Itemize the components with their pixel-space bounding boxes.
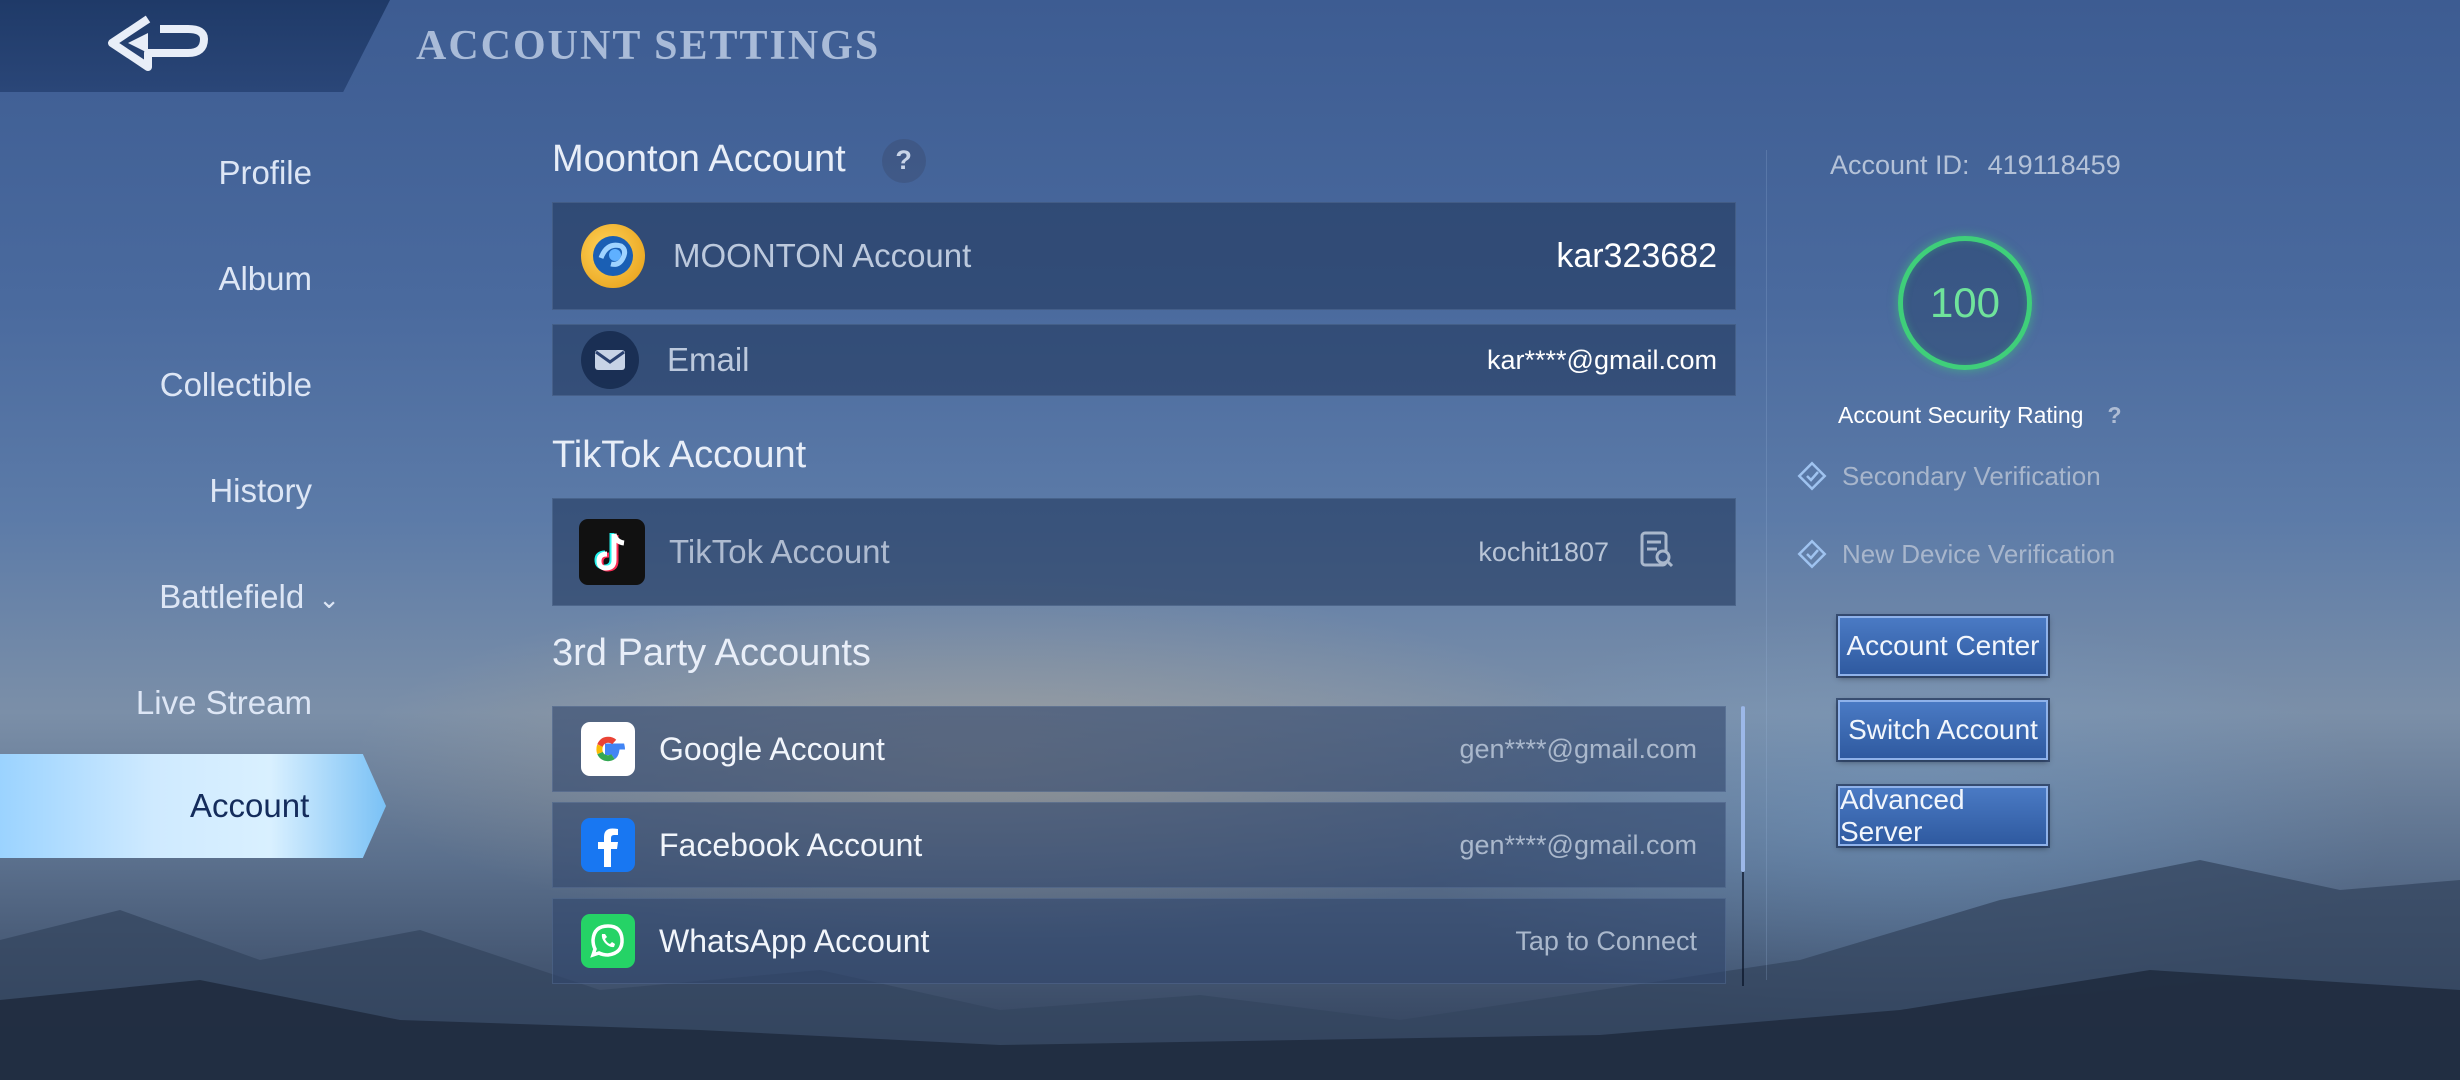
new-device-verification-label: New Device Verification (1842, 538, 2116, 569)
google-account-row[interactable]: Google Account gen****@gmail.com (552, 706, 1726, 792)
email-row[interactable]: Email kar****@gmail.com (552, 324, 1736, 396)
facebook-account-label: Facebook Account (659, 826, 923, 863)
sidebar-item-profile[interactable]: Profile (0, 120, 400, 226)
moonton-account-label: MOONTON Account (673, 237, 972, 274)
facebook-icon (581, 818, 635, 872)
moonton-account-value: kar323682 (1556, 236, 1717, 275)
whatsapp-icon (581, 914, 635, 968)
sidebar-item-live-stream[interactable]: Live Stream (0, 650, 400, 756)
help-icon[interactable]: ? (2107, 402, 2121, 428)
sidebar-item-label: Profile (218, 154, 312, 191)
advanced-server-button[interactable]: Advanced Server (1838, 784, 2048, 847)
help-icon[interactable]: ? (881, 138, 926, 183)
tiktok-icon (579, 519, 645, 585)
section-heading: Moonton Account (552, 138, 846, 180)
new-device-verification-item[interactable]: New Device Verification (1796, 538, 2115, 570)
google-account-value: gen****@gmail.com (1459, 733, 1697, 764)
secondary-verification-item[interactable]: Secondary Verification (1796, 460, 2101, 492)
switch-account-button[interactable]: Switch Account (1838, 700, 2048, 760)
tiktok-account-row[interactable]: TikTok Account kochit1807 (552, 498, 1736, 606)
chevron-down-icon: ⌄ (318, 583, 340, 614)
email-label: Email (667, 341, 750, 378)
verified-diamond-icon (1797, 539, 1827, 569)
account-id: Account ID: 419118459 (1830, 150, 2121, 181)
facebook-account-value: gen****@gmail.com (1459, 829, 1697, 860)
security-rating-label: Account Security Rating? (1838, 402, 2122, 429)
sidebar-item-label: Live Stream (135, 684, 312, 721)
sidebar-nav: Profile Album Collectible History Battle… (0, 120, 400, 756)
back-button[interactable] (0, 0, 390, 92)
page-title: ACCOUNT SETTINGS (416, 23, 881, 69)
sidebar-item-label: History (209, 472, 312, 509)
third-party-section-title: 3rd Party Accounts (552, 632, 871, 674)
account-center-button[interactable]: Account Center (1838, 616, 2048, 676)
sidebar-item-label: Collectible (159, 366, 312, 403)
tiktok-section-title: TikTok Account (552, 434, 807, 476)
verified-diamond-icon (1797, 461, 1827, 491)
sidebar-item-album[interactable]: Album (0, 226, 400, 332)
moonton-account-row[interactable]: MOONTON Account kar323682 (552, 202, 1736, 310)
mail-icon (581, 331, 639, 389)
scrollbar-thumb[interactable] (1741, 706, 1745, 872)
secondary-verification-label: Secondary Verification (1842, 460, 2101, 491)
view-details-icon[interactable] (1639, 530, 1675, 575)
tiktok-account-label: TikTok Account (669, 533, 890, 570)
account-id-label: Account ID: (1830, 150, 1970, 180)
sidebar-item-label: Album (218, 260, 312, 297)
facebook-account-row[interactable]: Facebook Account gen****@gmail.com (552, 802, 1726, 888)
back-arrow-icon (108, 15, 208, 71)
sidebar-item-collectible[interactable]: Collectible (0, 332, 400, 438)
moonton-section-title: Moonton Account? (552, 138, 926, 183)
whatsapp-account-row[interactable]: WhatsApp Account Tap to Connect (552, 898, 1726, 984)
google-icon (581, 722, 635, 776)
email-value: kar****@gmail.com (1487, 344, 1717, 375)
tiktok-account-value: kochit1807 (1478, 536, 1609, 567)
sidebar-item-account[interactable]: Account (190, 754, 309, 858)
sidebar-item-label: Battlefield (159, 578, 305, 615)
security-rating-score: 100 (1898, 236, 2032, 370)
account-id-value: 419118459 (1987, 150, 2121, 180)
security-rating-text: Account Security Rating (1838, 402, 2084, 428)
moonton-logo-icon (581, 224, 645, 288)
sidebar-item-history[interactable]: History (0, 438, 400, 544)
sidebar-item-battlefield[interactable]: Battlefield ⌄ (0, 544, 400, 650)
panel-divider (1766, 150, 1767, 980)
sidebar-item-label: Account (190, 787, 310, 824)
whatsapp-account-value: Tap to Connect (1515, 925, 1697, 956)
whatsapp-account-label: WhatsApp Account (659, 922, 930, 959)
google-account-label: Google Account (659, 730, 885, 767)
